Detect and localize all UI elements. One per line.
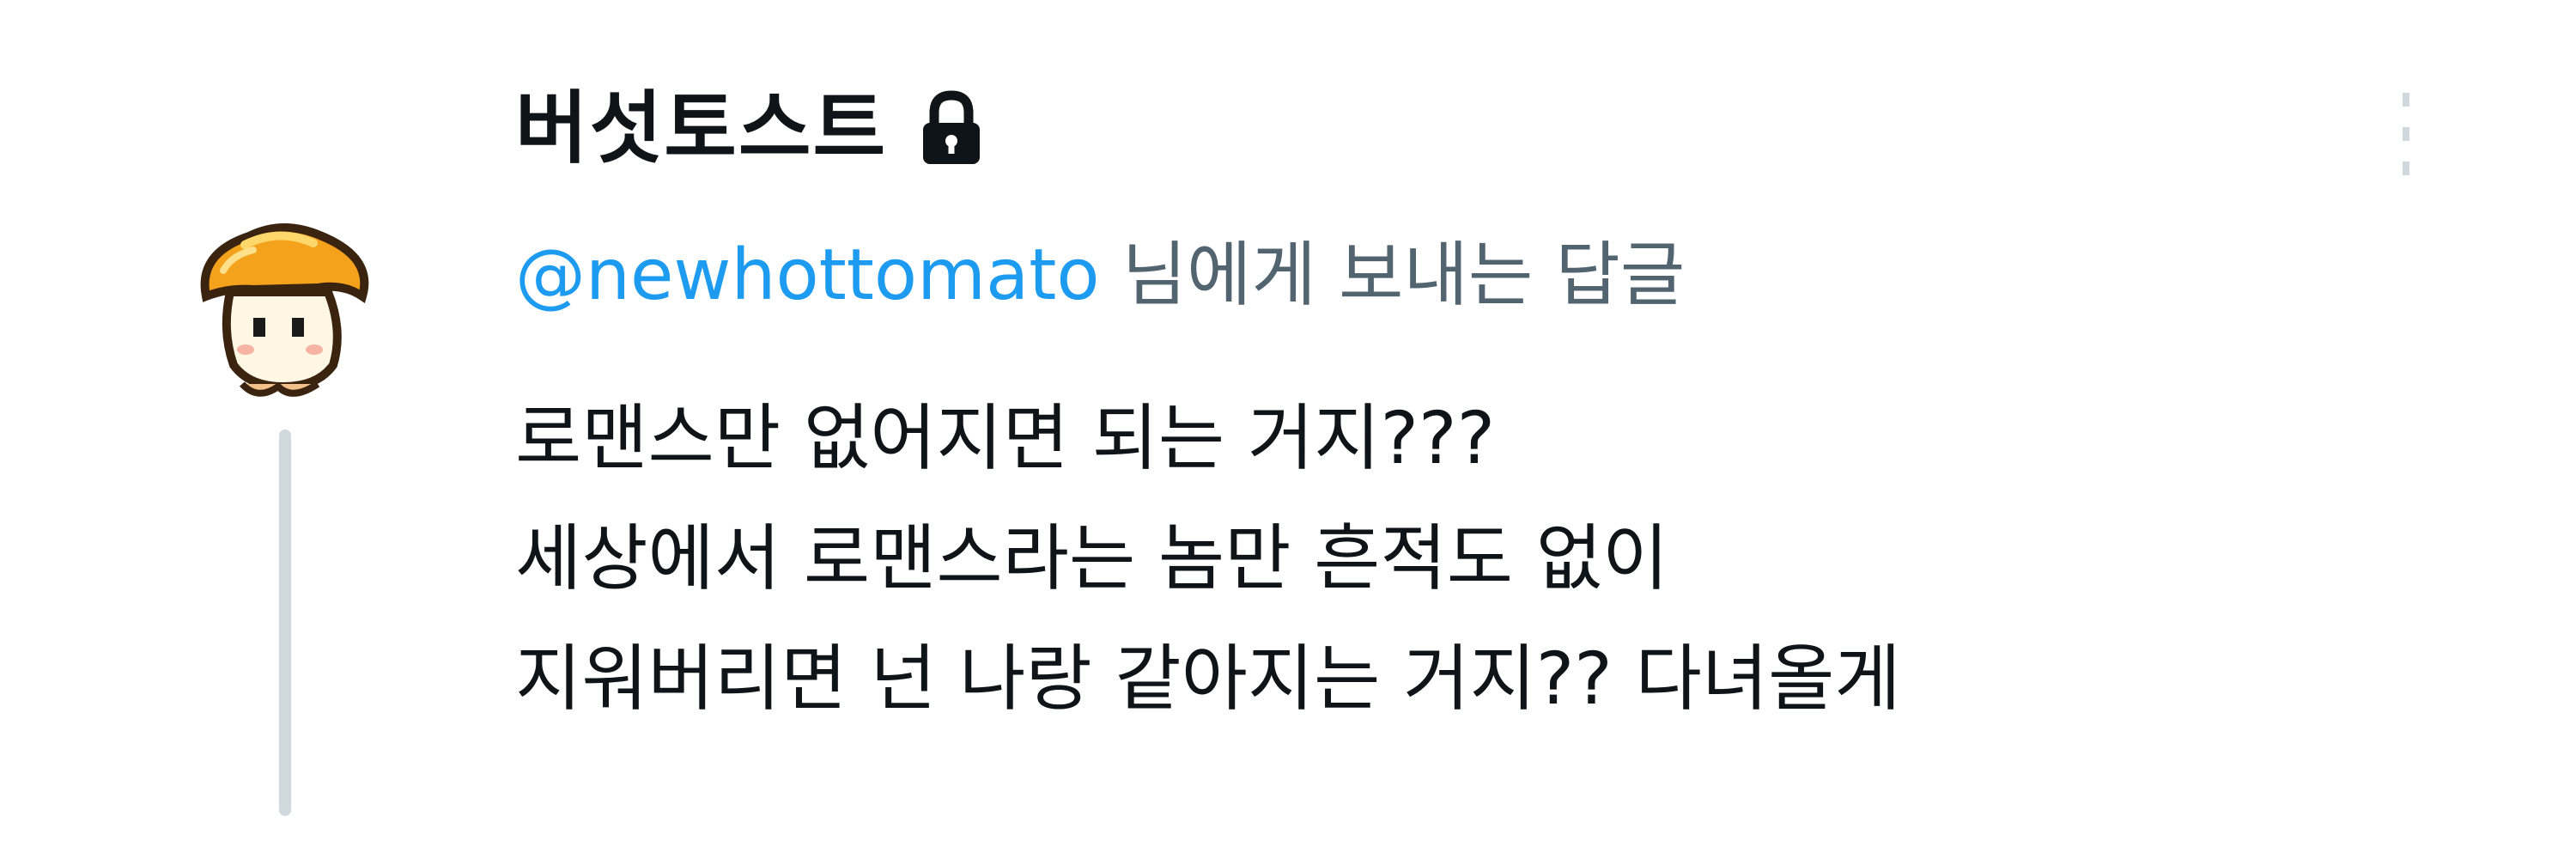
tweet-text-line: 세상에서 로맨스라는 놈만 흔적도 없이	[515, 516, 1669, 600]
thread-line	[279, 430, 291, 816]
avatar[interactable]	[172, 202, 395, 408]
reply-context-suffix: 님에게 보내는 답글	[1099, 235, 1686, 316]
tweet[interactable]: 버섯토스트 @newhottomato 님에게 보내는 답글 로맨스만 없어지면…	[0, 0, 2576, 859]
mushroom-avatar-icon	[200, 223, 369, 397]
lock-icon	[918, 90, 985, 168]
tweet-text-line: 로맨스만 없어지면 되는 거지???	[515, 396, 1496, 480]
tweet-text: 로맨스만 없어지면 되는 거지??? 세상에서 로맨스라는 놈만 흔적도 없이 …	[515, 378, 2490, 739]
tweet-header: 버섯토스트	[515, 77, 985, 180]
more-vertical-icon[interactable]	[2396, 93, 2416, 175]
mention-link[interactable]: @newhottomato	[515, 235, 1100, 316]
display-name[interactable]: 버섯토스트	[515, 89, 887, 168]
tweet-text-line: 지워버리면 넌 나랑 같아지는 거지?? 다녀올게	[515, 637, 1901, 721]
reply-context: @newhottomato 님에게 보내는 답글	[515, 241, 1685, 311]
